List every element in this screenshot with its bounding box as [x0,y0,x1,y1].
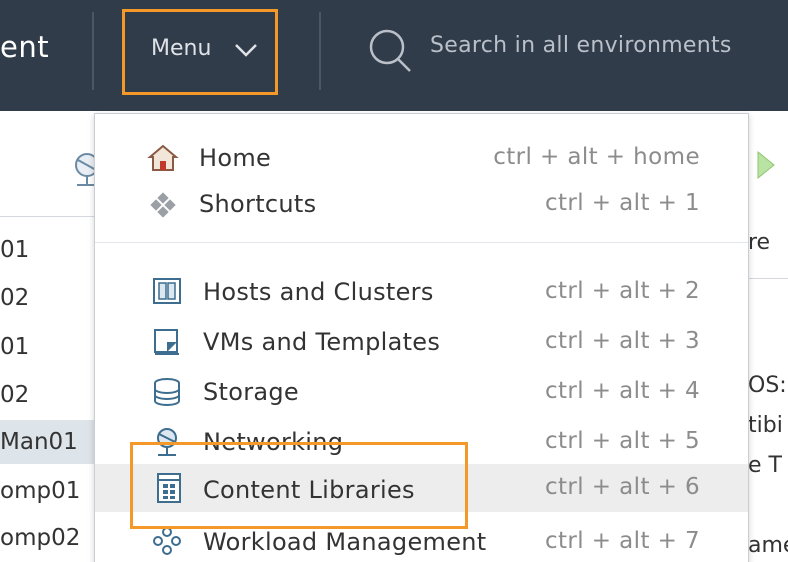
right-pane-divider [748,278,788,279]
tree-item[interactable]: 02 [0,285,29,311]
menu-item-shortcuts[interactable]: Shortcuts ctrl + alt + 1 [95,180,748,228]
menu-item-shortcut: ctrl + alt + 2 [544,278,700,304]
search-icon[interactable] [368,28,414,74]
right-pane-text: re [748,230,771,255]
menu-item-label: Storage [203,378,300,406]
tree-item[interactable]: omp02 [0,525,80,551]
shortcuts-icon [150,192,176,218]
app-title: ent [0,30,50,64]
vms-templates-icon [154,329,179,355]
header-separator [319,12,321,90]
menu-item-shortcut: ctrl + alt + 5 [544,428,700,454]
home-icon [147,144,179,171]
tree-item[interactable]: 01 [0,237,29,263]
menu-item-label: Workload Management [203,528,487,556]
menu-item-shortcut: ctrl + alt + 7 [544,528,700,554]
storage-icon [154,378,180,406]
tree-item[interactable]: 01 [0,334,29,360]
chevron-down-icon [235,44,257,57]
top-header-bar: ent Menu Search in all environments [0,0,788,111]
tree-item[interactable]: 02 [0,382,29,408]
menu-button[interactable]: Menu [122,9,278,95]
tree-item-selected[interactable]: Man01 [0,420,100,464]
play-arrow-icon[interactable] [756,150,776,180]
header-separator [92,12,94,90]
menu-item-shortcut: ctrl + alt + 6 [544,474,700,500]
menu-button-label: Menu [151,36,212,61]
tree-item[interactable]: omp01 [0,478,80,504]
menu-item-storage[interactable]: Storage ctrl + alt + 4 [95,368,748,416]
menu-item-label: Shortcuts [199,190,317,218]
menu-item-vms-templates[interactable]: VMs and Templates ctrl + alt + 3 [95,318,748,366]
hosts-clusters-icon [153,278,181,304]
highlight-annotation [130,442,468,529]
menu-item-label: Hosts and Clusters [203,278,434,306]
menu-divider [95,242,748,243]
menu-item-shortcut: ctrl + alt + home [493,144,700,170]
menu-item-shortcut: ctrl + alt + 1 [544,190,700,216]
right-pane-text: OS: [748,373,787,398]
menu-item-label: Home [199,144,272,172]
left-pane-divider [0,216,100,217]
right-pane-text: tibi [748,413,783,438]
menu-item-shortcut: ctrl + alt + 3 [544,328,700,354]
right-pane-text: e T [748,453,782,478]
menu-item-label: VMs and Templates [203,328,441,356]
menu-item-shortcut: ctrl + alt + 4 [544,378,700,404]
search-input[interactable]: Search in all environments [430,33,732,58]
menu-item-hosts-clusters[interactable]: Hosts and Clusters ctrl + alt + 2 [95,268,748,316]
right-pane-text: ame [748,533,788,558]
workload-management-icon [153,527,181,555]
menu-item-home[interactable]: Home ctrl + alt + home [95,134,748,182]
